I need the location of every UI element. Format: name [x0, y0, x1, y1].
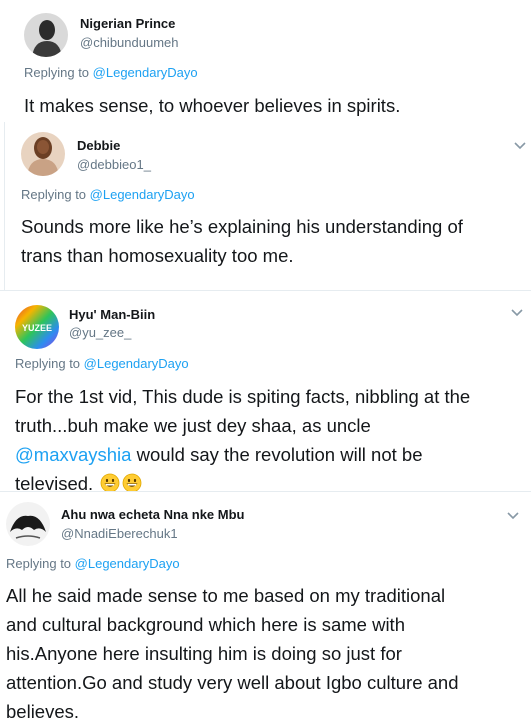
- avatar[interactable]: [21, 132, 65, 176]
- tweet-text: Sounds more like he’s explaining his und…: [21, 212, 463, 270]
- replying-to-mention-link[interactable]: @LegendaryDayo: [84, 356, 189, 371]
- replying-prefix: Replying to: [21, 187, 90, 202]
- tweet-3[interactable]: YUZEE Hyu' Man-Biin @yu_zee_ Replying to…: [0, 291, 531, 494]
- tweet-text-line: and cultural background which here is sa…: [6, 614, 405, 635]
- chevron-down-icon[interactable]: [510, 307, 524, 317]
- tweet-2[interactable]: Debbie @debbieo1_ Replying to @Legendary…: [4, 122, 531, 290]
- replying-to: Replying to @LegendaryDayo: [21, 187, 195, 202]
- tweet-text-line: For the 1st vid, This dude is spiting fa…: [15, 386, 471, 407]
- replying-to-mention-link[interactable]: @LegendaryDayo: [90, 187, 195, 202]
- tweet-text-line: @maxvayshia would say the revolution wil…: [15, 440, 470, 469]
- tweet-text-line: trans than homosexuality too me.: [21, 245, 294, 266]
- avatar-logo-text: YUZEE: [22, 323, 52, 333]
- inline-mention-link[interactable]: @maxvayshia: [15, 444, 131, 465]
- user-handle[interactable]: @yu_zee_: [69, 325, 131, 340]
- user-handle[interactable]: @chibunduumeh: [80, 35, 178, 50]
- replying-to: Replying to @LegendaryDayo: [6, 556, 180, 571]
- tweet-screenshot-collage: Nigerian Prince @chibunduumeh Replying t…: [0, 0, 531, 725]
- tweet-text-line: Sounds more like he’s explaining his und…: [21, 216, 463, 237]
- tweet-text-line: attention.Go and study very well about I…: [6, 672, 459, 693]
- tweet-text-line: All he said made sense to me based on my…: [6, 585, 446, 606]
- grinning-face-emoji: [122, 472, 142, 493]
- tweet-text-line: believes.: [6, 701, 80, 722]
- replying-to-mention-link[interactable]: @LegendaryDayo: [75, 556, 180, 571]
- tweet-text: For the 1st vid, This dude is spiting fa…: [15, 382, 470, 498]
- grinning-face-emoji: [100, 472, 120, 493]
- replying-to: Replying to @LegendaryDayo: [24, 65, 198, 80]
- tweet-text-line: truth...buh make we just dey shaa, as un…: [15, 415, 371, 436]
- tweet-text-line: his.Anyone here insulting him is doing s…: [6, 643, 402, 664]
- replying-to: Replying to @LegendaryDayo: [15, 356, 189, 371]
- display-name[interactable]: Debbie: [77, 138, 120, 153]
- chevron-down-icon[interactable]: [513, 140, 527, 150]
- user-handle[interactable]: @debbieo1_: [77, 157, 151, 172]
- replying-prefix: Replying to: [6, 556, 75, 571]
- user-handle[interactable]: @NnadiEberechuk1: [61, 526, 178, 541]
- replying-prefix: Replying to: [24, 65, 93, 80]
- avatar[interactable]: YUZEE: [15, 305, 59, 349]
- tweet-text: All he said made sense to me based on my…: [6, 581, 459, 725]
- chevron-down-icon[interactable]: [506, 510, 520, 520]
- avatar[interactable]: [6, 502, 50, 546]
- display-name[interactable]: Ahu nwa echeta Nna nke Mbu: [61, 507, 244, 522]
- avatar[interactable]: [24, 13, 68, 57]
- tweet-text: It makes sense, to whoever believes in s…: [24, 95, 401, 116]
- tweet-text-fragment: would say the revolution will not be: [136, 444, 423, 465]
- display-name[interactable]: Hyu' Man-Biin: [69, 307, 155, 322]
- replying-to-mention-link[interactable]: @LegendaryDayo: [93, 65, 198, 80]
- display-name[interactable]: Nigerian Prince: [80, 16, 175, 31]
- replying-prefix: Replying to: [15, 356, 84, 371]
- tweet-1[interactable]: Nigerian Prince @chibunduumeh Replying t…: [0, 0, 531, 122]
- tweet-4[interactable]: Ahu nwa echeta Nna nke Mbu @NnadiEberech…: [0, 492, 531, 725]
